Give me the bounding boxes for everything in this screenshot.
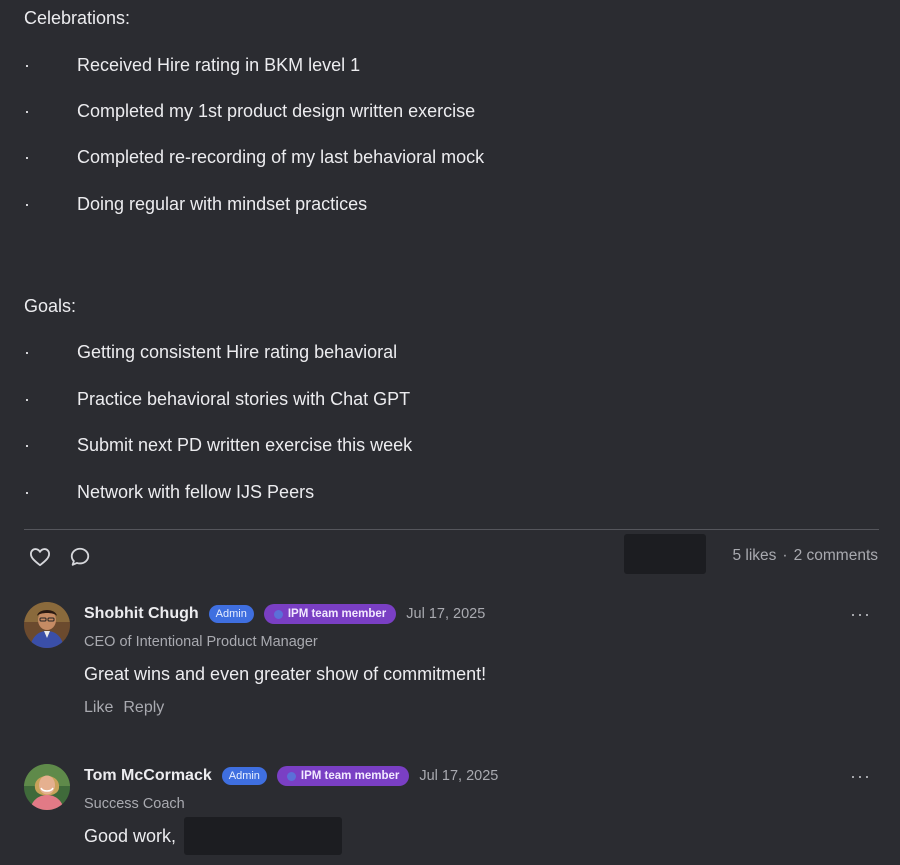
goal-text: Practice behavioral stories with Chat GP…	[77, 388, 411, 409]
team-badge-icon	[273, 609, 283, 619]
bullet: ·	[24, 101, 30, 121]
comment-text: Great wins and even greater show of comm…	[84, 664, 487, 684]
post-stats: 5 likes · 2 comments	[732, 547, 878, 565]
author-title: Success Coach	[84, 796, 185, 812]
more-options-icon[interactable]: ···	[850, 766, 871, 787]
comment-header: Shobhit Chugh Admin IPM team member Jul …	[84, 602, 485, 626]
bullet: ·	[24, 147, 30, 167]
goal-item: · Practice behavioral stories with Chat …	[24, 387, 410, 411]
comments-count[interactable]: 2 comments	[794, 547, 878, 565]
comment-date: Jul 17, 2025	[419, 768, 499, 784]
goals-heading: Goals:	[24, 296, 77, 316]
team-badge-label: IPM team member	[287, 608, 387, 620]
likes-count[interactable]: 5 likes	[732, 547, 776, 565]
author-name[interactable]: Shobhit Chugh	[84, 605, 199, 623]
post-divider	[24, 529, 879, 530]
more-options-icon[interactable]: ···	[850, 604, 871, 625]
reply-button[interactable]: Reply	[123, 699, 164, 717]
goal-item: · Network with fellow IJS Peers	[24, 480, 314, 504]
post-page: Celebrations: · Received Hire rating in …	[0, 0, 900, 865]
goal-text: Submit next PD written exercise this wee…	[77, 434, 413, 455]
comment-actions: Like Reply	[84, 699, 164, 717]
celebration-text: Completed re-recording of my last behavi…	[77, 146, 485, 167]
celebration-text: Received Hire rating in BKM level 1	[77, 54, 361, 75]
goal-text: Network with fellow IJS Peers	[77, 481, 315, 502]
bullet: ·	[24, 342, 30, 362]
celebration-item: · Received Hire rating in BKM level 1	[24, 53, 360, 77]
bullet: ·	[24, 55, 30, 75]
bullet: ·	[24, 435, 30, 455]
celebration-text: Completed my 1st product design written …	[77, 100, 476, 121]
comment: Shobhit Chugh Admin IPM team member Jul …	[24, 602, 879, 722]
comment: Tom McCormack Admin IPM team member Jul …	[24, 764, 879, 864]
bullet: ·	[24, 389, 30, 409]
goal-item: · Getting consistent Hire rating behavio…	[24, 340, 397, 364]
author-title: CEO of Intentional Product Manager	[84, 634, 318, 650]
comment-header: Tom McCormack Admin IPM team member Jul …	[84, 764, 498, 788]
team-member-badge: IPM team member	[263, 604, 397, 624]
team-badge-icon	[286, 771, 296, 781]
redacted-name	[184, 817, 342, 855]
avatar[interactable]	[24, 764, 70, 810]
celebration-text: Doing regular with mindset practices	[77, 193, 368, 214]
admin-badge: Admin	[221, 767, 267, 785]
post-actions	[28, 545, 92, 569]
author-name[interactable]: Tom McCormack	[84, 767, 212, 785]
goal-item: · Submit next PD written exercise this w…	[24, 433, 412, 457]
avatar[interactable]	[24, 602, 70, 648]
team-badge-label: IPM team member	[300, 770, 400, 782]
bullet: ·	[24, 482, 30, 502]
heart-icon[interactable]	[28, 545, 52, 569]
comment-date: Jul 17, 2025	[406, 606, 486, 622]
celebration-item: · Completed my 1st product design writte…	[24, 99, 475, 123]
celebrations-heading: Celebrations:	[24, 8, 131, 28]
comment-bubble-icon[interactable]	[68, 545, 92, 569]
celebration-item: · Completed re-recording of my last beha…	[24, 145, 484, 169]
stats-separator: ·	[782, 547, 788, 564]
comment-text: Good work,	[84, 826, 177, 846]
redacted-avatars	[624, 534, 706, 574]
admin-badge: Admin	[208, 605, 254, 623]
bullet: ·	[24, 194, 30, 214]
team-member-badge: IPM team member	[276, 766, 410, 786]
celebration-item: · Doing regular with mindset practices	[24, 192, 367, 216]
goal-text: Getting consistent Hire rating behaviora…	[77, 341, 398, 362]
like-button[interactable]: Like	[84, 699, 113, 717]
